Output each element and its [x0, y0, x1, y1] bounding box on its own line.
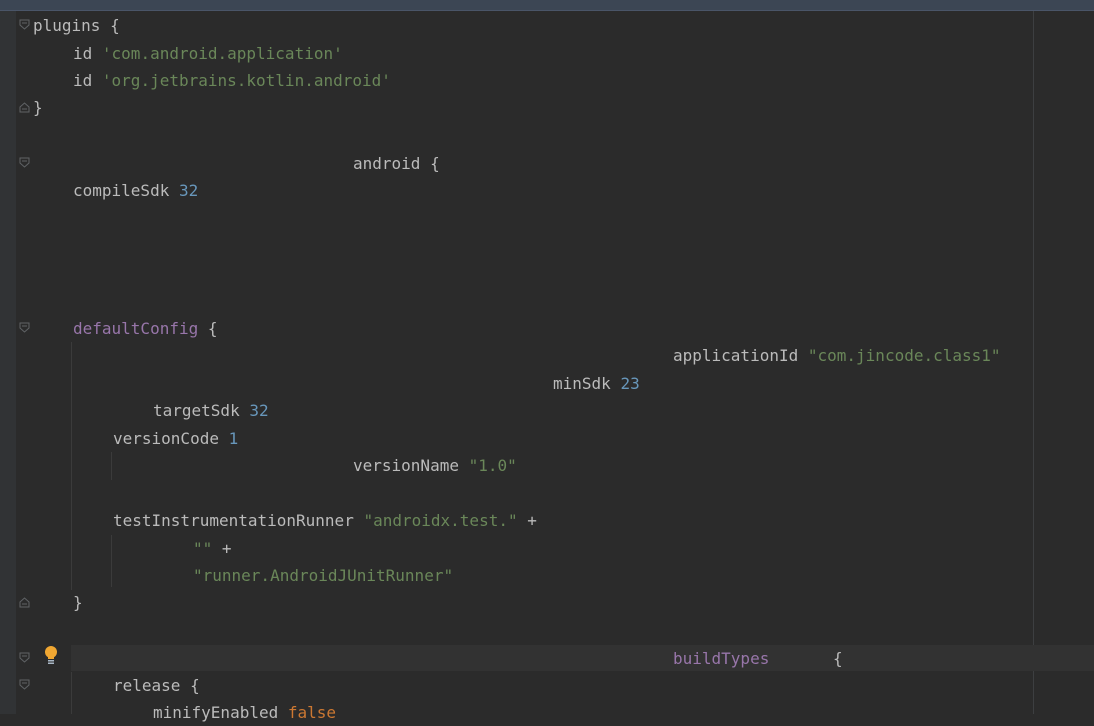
code-line[interactable]: targetSdk 32: [153, 397, 269, 424]
code-line[interactable]: versionCode 1: [113, 425, 238, 452]
code-line[interactable]: minifyEnabled false: [153, 699, 336, 726]
editor-tab-bar: [0, 0, 1094, 11]
brace: }: [73, 593, 83, 612]
targetSdk-keyword: targetSdk: [153, 401, 240, 420]
code-line[interactable]: minSdk 23: [553, 370, 640, 397]
indent-guide: [71, 342, 72, 590]
code-line[interactable]: android {: [353, 150, 440, 177]
code-line[interactable]: }: [33, 94, 43, 121]
id-keyword: id: [73, 44, 93, 63]
fold-icon[interactable]: [19, 101, 30, 113]
code-line[interactable]: applicationId "com.jincode.class1": [673, 342, 1001, 369]
code-line[interactable]: release {: [113, 672, 200, 699]
code-line[interactable]: }: [73, 589, 83, 616]
right-margin-guide: [1033, 11, 1034, 714]
string-literal: 'com.android.application': [101, 44, 343, 63]
defaultConfig-keyword: defaultConfig: [73, 319, 199, 338]
minifyEnabled-keyword: minifyEnabled: [153, 703, 279, 722]
code-line[interactable]: buildTypes: [673, 645, 769, 672]
code-line[interactable]: versionName "1.0": [353, 452, 517, 479]
fold-icon[interactable]: [19, 652, 30, 664]
minSdk-keyword: minSdk: [553, 374, 611, 393]
release-keyword: release: [113, 676, 181, 695]
string-literal: "": [193, 539, 213, 558]
current-line-highlight: [71, 645, 1094, 671]
code-line[interactable]: compileSdk 32: [73, 177, 198, 204]
indent-guide: [111, 535, 112, 587]
code-line[interactable]: plugins {: [33, 12, 120, 39]
versionName-keyword: versionName: [353, 456, 459, 475]
plus-operator: +: [517, 511, 537, 530]
fold-icon[interactable]: [19, 157, 30, 169]
brace: }: [33, 98, 43, 117]
testInstrumentationRunner-keyword: testInstrumentationRunner: [113, 511, 354, 530]
number-literal: 32: [249, 401, 269, 420]
buildTypes-keyword: buildTypes: [673, 649, 770, 668]
compileSdk-keyword: compileSdk: [73, 181, 170, 200]
android-keyword: android: [353, 154, 421, 173]
indent-guide: [71, 672, 72, 714]
fold-icon[interactable]: [19, 596, 30, 608]
indent-guide: [111, 452, 112, 480]
code-line[interactable]: defaultConfig {: [73, 315, 218, 342]
lightbulb-icon[interactable]: [43, 645, 59, 665]
fold-icon[interactable]: [19, 679, 30, 691]
plugins-keyword: plugins: [33, 16, 101, 35]
code-line[interactable]: id 'org.jetbrains.kotlin.android': [73, 67, 391, 94]
brace: {: [420, 154, 440, 173]
number-literal: 1: [228, 429, 239, 448]
code-line[interactable]: "" +: [193, 535, 232, 562]
number-literal: 23: [620, 374, 640, 393]
boolean-literal: false: [287, 703, 337, 722]
string-literal: "runner.AndroidJUnitRunner": [193, 566, 454, 585]
string-literal: 'org.jetbrains.kotlin.android': [101, 71, 391, 90]
string-literal: "1.0": [468, 456, 517, 475]
id-keyword: id: [73, 71, 93, 90]
brace: {: [100, 16, 120, 35]
string-literal: "androidx.test.": [363, 511, 518, 530]
applicationId-keyword: applicationId: [673, 346, 799, 365]
code-line[interactable]: id 'com.android.application': [73, 40, 343, 67]
plus-operator: +: [212, 539, 232, 558]
brace: {: [180, 676, 200, 695]
code-line[interactable]: "runner.AndroidJUnitRunner": [193, 562, 453, 589]
fold-icon[interactable]: [19, 322, 30, 334]
fold-icon[interactable]: [19, 19, 30, 31]
number-literal: 32: [178, 181, 199, 200]
code-line[interactable]: testInstrumentationRunner "androidx.test…: [113, 507, 537, 534]
code-line[interactable]: {: [833, 645, 843, 672]
brace: {: [833, 649, 843, 668]
string-literal: "com.jincode.class1": [807, 346, 1001, 365]
versionCode-keyword: versionCode: [113, 429, 219, 448]
brace: {: [198, 319, 218, 338]
editor-gutter: [0, 11, 16, 714]
